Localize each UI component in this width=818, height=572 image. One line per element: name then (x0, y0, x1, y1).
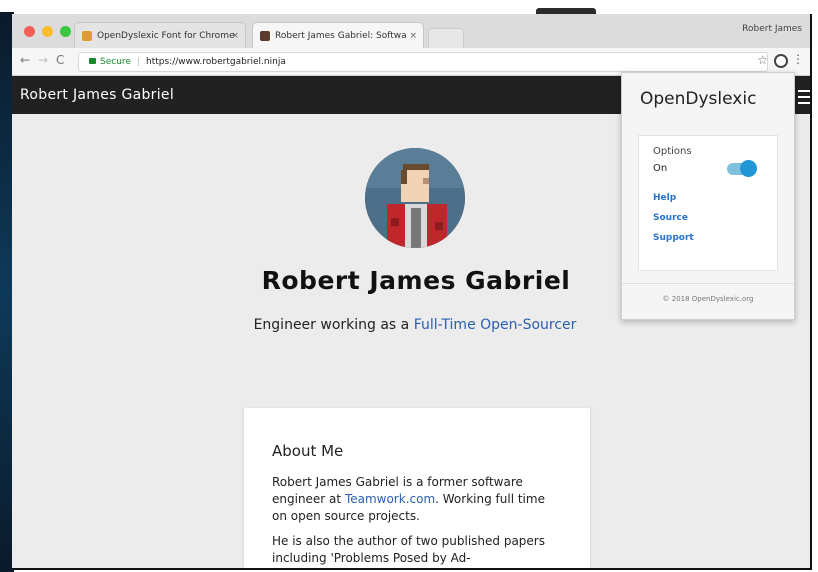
options-heading: Options (653, 146, 692, 157)
tab-label: OpenDyslexic Font for Chrome (97, 31, 235, 41)
popup-title: OpenDyslexic (640, 89, 757, 109)
source-link[interactable]: Source (653, 213, 763, 223)
minimize-window-button[interactable] (42, 26, 53, 37)
opendyslexic-favicon-icon (82, 31, 92, 41)
desktop-top-edge (0, 0, 818, 16)
tab-close-icon[interactable]: × (409, 23, 417, 48)
about-title: About Me (272, 442, 344, 460)
back-arrow-icon[interactable]: ← (20, 53, 30, 67)
address-separator: | (136, 57, 140, 67)
support-link[interactable]: Support (653, 233, 763, 243)
star-icon[interactable]: ☆ (757, 53, 768, 67)
site-brand[interactable]: Robert James Gabriel (20, 87, 174, 103)
popup-footer: © 2018 OpenDyslexic.org (662, 295, 754, 303)
hero-subtitle-text: Engineer working as a (253, 317, 414, 333)
close-window-button[interactable] (24, 26, 35, 37)
tab-close-icon[interactable]: × (231, 23, 239, 48)
popup-divider (622, 283, 794, 284)
reload-icon[interactable]: C (56, 53, 64, 67)
about-paragraph-2: He is also the author of two published p… (272, 534, 545, 565)
tab-opendyslexic[interactable]: OpenDyslexic Font for Chrome × (74, 22, 246, 48)
screenshot-frame: OpenDyslexic Font for Chrome × Robert Ja… (0, 0, 818, 572)
options-card: Options On Help Source Support (638, 135, 778, 271)
about-me-card: About Me Robert James Gabriel is a forme… (244, 408, 590, 568)
url-text: https://www.robertgabriel.ninja (146, 57, 286, 67)
address-bar[interactable]: Secure | https://www.robertgabriel.ninja (78, 52, 768, 72)
lock-icon (89, 58, 96, 64)
opendyslexic-popup: OpenDyslexic Options On Help Source Supp… (621, 72, 795, 320)
toggle-label: On (653, 163, 668, 174)
profile-name[interactable]: Robert James (742, 24, 802, 34)
avatar (365, 148, 465, 248)
menu-dots-icon[interactable]: ⋮ (792, 52, 804, 66)
pixel-avatar-image (365, 148, 465, 248)
tab-strip: OpenDyslexic Font for Chrome × Robert Ja… (12, 14, 810, 48)
forward-arrow-icon[interactable]: → (38, 53, 48, 67)
teamwork-link[interactable]: Teamwork.com (345, 492, 435, 506)
toggle-row: On (653, 160, 763, 183)
toggle-knob (740, 160, 757, 177)
hamburger-menu-icon[interactable] (798, 90, 810, 108)
new-tab-button[interactable] (428, 28, 464, 48)
maximize-window-button[interactable] (60, 26, 71, 37)
about-paragraph-1: Robert James Gabriel is a former softwar… (272, 474, 562, 525)
help-link[interactable]: Help (653, 193, 763, 203)
tab-label: Robert James Gabriel: Softwa (275, 31, 407, 41)
tab-robert-gabriel[interactable]: Robert James Gabriel: Softwa × (252, 22, 424, 48)
hero-subtitle: Engineer working as a Full-Time Open-Sou… (240, 310, 590, 340)
browser-window: OpenDyslexic Font for Chrome × Robert Ja… (12, 14, 812, 570)
full-time-open-sourcer-link[interactable]: Full-Time Open-Sourcer (414, 317, 577, 333)
secure-label: Secure (100, 57, 131, 67)
extension-icon[interactable] (774, 54, 788, 68)
font-toggle-switch[interactable] (727, 160, 757, 177)
site-favicon-icon (260, 31, 270, 41)
